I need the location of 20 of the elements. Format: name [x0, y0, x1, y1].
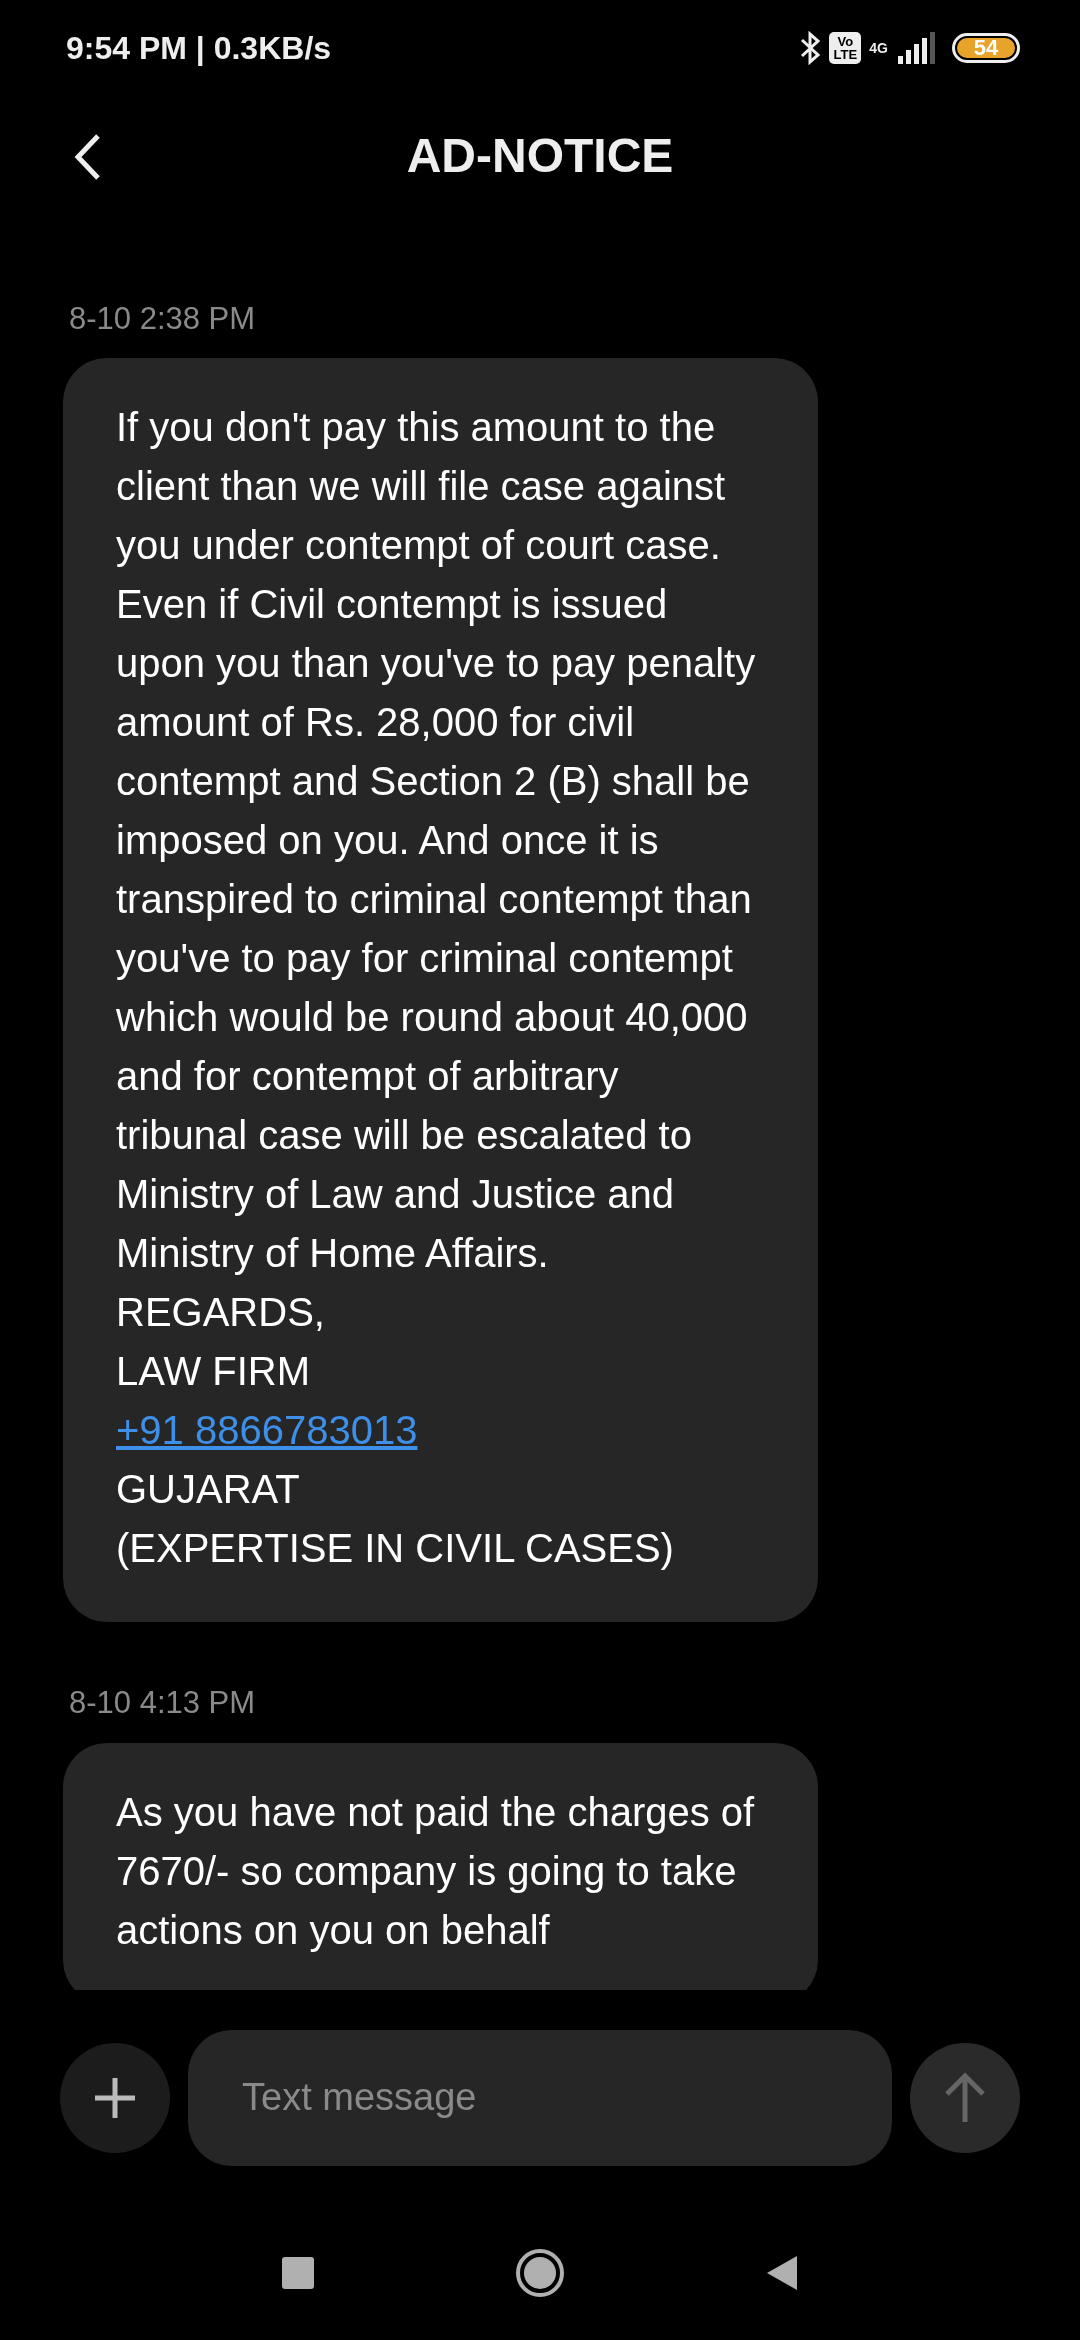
bluetooth-icon: [799, 30, 822, 65]
home-icon[interactable]: [515, 2247, 565, 2298]
message-text: REGARDS,: [116, 1289, 326, 1337]
message-text: (EXPERTISE IN CIVIL CASES): [116, 1525, 675, 1573]
phone-link[interactable]: +91 8866783013: [116, 1408, 418, 1453]
network-type: 4G: [869, 40, 888, 55]
back-nav-icon[interactable]: [765, 2253, 799, 2292]
volte-icon: Vo LTE: [829, 31, 862, 64]
message-text: As you have not paid the charges of 7670/- so company is going to take actions on you on behalf: [116, 1788, 756, 1954]
conversation-title: AD-NOTICE: [406, 127, 674, 184]
battery-icon: 54: [952, 32, 1020, 63]
message-input[interactable]: Text message: [188, 2029, 892, 2166]
message-timestamp: 8-10 2:38 PM: [69, 299, 257, 338]
message-text: If you don't pay this amount to the client than we will file case against you under contempt of court case. Even if Civil contempt is issued upon you than you've to pay penalty amount of Rs. 28,000 for civil contempt and Section 2 (B) shall be imposed on you. And once it is transpired to criminal contempt than you've to pay for criminal contempt which would be round about 40,000 and for contempt of arbitrary tribunal case will be escalated to Ministry of Law and Justice and Ministry of Home Affairs.: [116, 404, 756, 1278]
message-text: GUJARAT: [116, 1466, 301, 1514]
status-time: 9:54 PM | 0.3KB/s: [66, 28, 332, 68]
message-text: LAW FIRM: [116, 1348, 312, 1396]
recents-icon[interactable]: [281, 2255, 315, 2290]
message-timestamp: 8-10 4:13 PM: [69, 1684, 257, 1723]
signal-icon: [896, 31, 936, 64]
